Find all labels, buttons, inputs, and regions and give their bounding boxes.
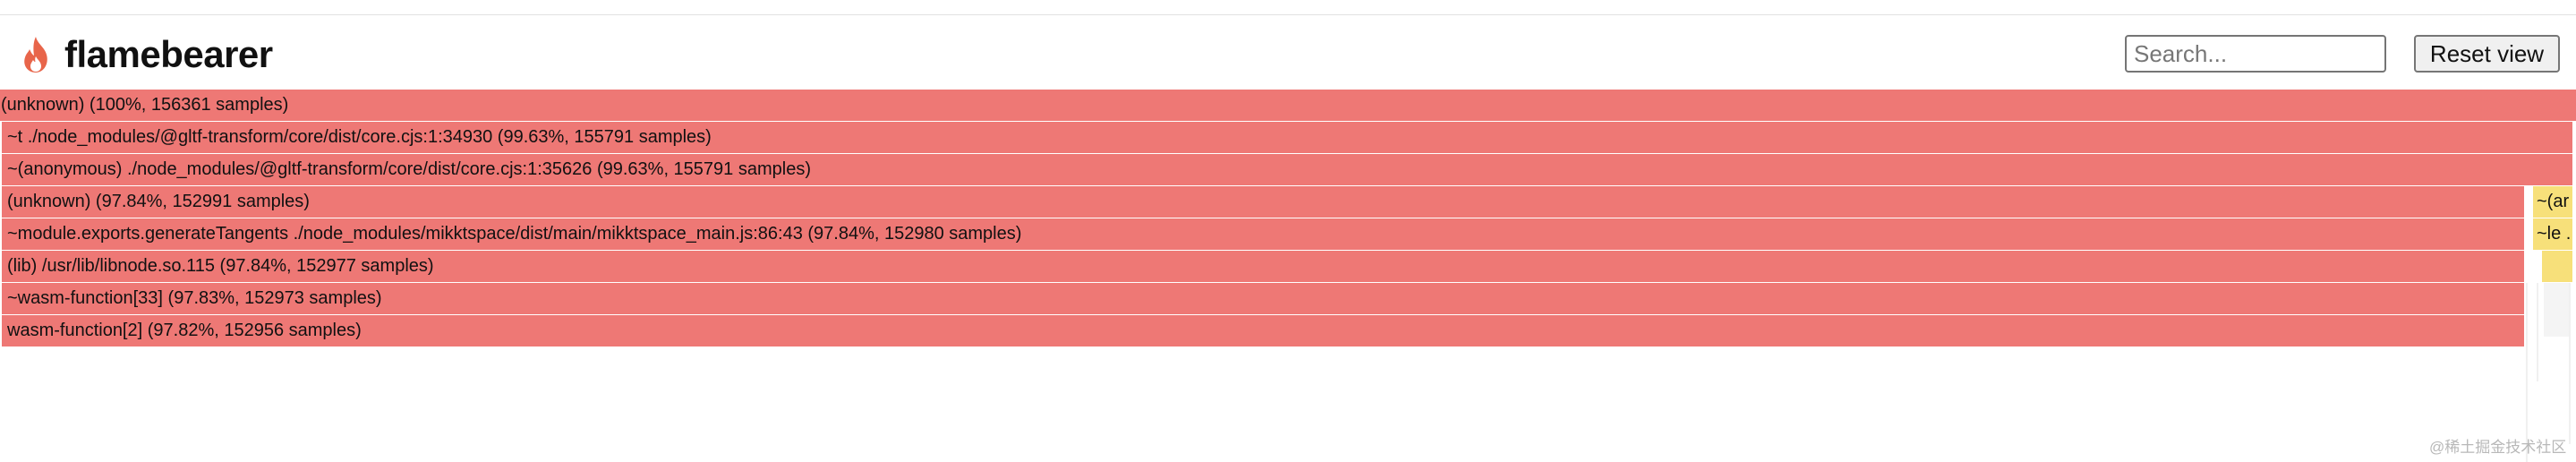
watermark: @稀土掘金技术社区 bbox=[2429, 439, 2567, 456]
flame-frame[interactable]: wasm-function[2] (97.82%, 152956 samples… bbox=[2, 315, 2524, 346]
reset-view-button[interactable]: Reset view bbox=[2414, 35, 2560, 73]
flame-frame-side[interactable]: ~le .. bbox=[2533, 218, 2572, 250]
flame-frame[interactable]: ~module.exports.generateTangents ./node_… bbox=[2, 218, 2524, 250]
small-frame[interactable] bbox=[2537, 283, 2538, 381]
search-input[interactable] bbox=[2125, 35, 2386, 73]
logo: flamebearer bbox=[18, 33, 273, 76]
small-frame[interactable] bbox=[2569, 283, 2571, 444]
flame-frame[interactable]: ~(anonymous) ./node_modules/@gltf-transf… bbox=[2, 154, 2572, 185]
flame-frame[interactable]: ~t ./node_modules/@gltf-transform/core/d… bbox=[2, 122, 2572, 153]
brand-name: flamebearer bbox=[64, 33, 273, 75]
flame-graph[interactable]: (unknown) (100%, 156361 samples) ~t ./no… bbox=[0, 90, 2576, 462]
flame-frame[interactable]: (unknown) (100%, 156361 samples) bbox=[0, 90, 2576, 121]
header: flamebearer Reset view bbox=[0, 15, 2576, 89]
flame-frame[interactable]: (lib) /usr/lib/libnode.so.115 (97.84%, 1… bbox=[2, 251, 2524, 282]
flame-frame[interactable]: ~wasm-function[33] (97.83%, 152973 sampl… bbox=[2, 283, 2524, 314]
flame-icon bbox=[18, 35, 54, 74]
flame-frame-side[interactable]: ~(ar bbox=[2533, 186, 2572, 218]
flame-frame[interactable]: (unknown) (97.84%, 152991 samples) bbox=[2, 186, 2524, 218]
small-frame[interactable] bbox=[2544, 283, 2569, 337]
flame-frame-side[interactable] bbox=[2542, 251, 2572, 282]
